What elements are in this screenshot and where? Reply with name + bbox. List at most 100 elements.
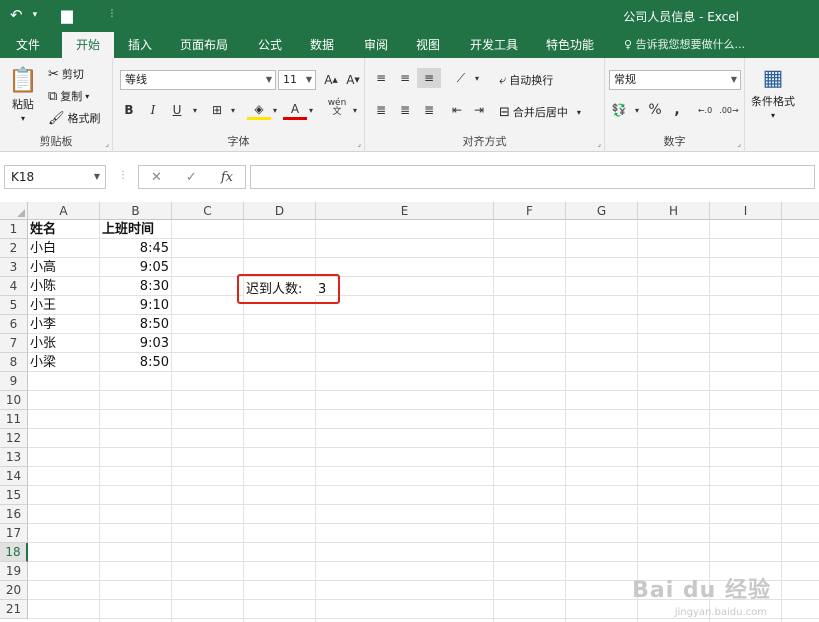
cell-a7[interactable]: 小张 bbox=[28, 334, 100, 353]
wrap-text-button[interactable]: ⤶ 自动换行 bbox=[499, 72, 553, 88]
row-header-1[interactable]: 1 bbox=[0, 220, 28, 239]
font-name-combo[interactable]: 等线 ▼ bbox=[120, 70, 276, 90]
increase-indent-icon[interactable]: ⇥ bbox=[467, 100, 491, 120]
select-all-corner[interactable] bbox=[0, 202, 28, 220]
save-icon[interactable]: ▆ bbox=[61, 5, 73, 25]
row-header-11[interactable]: 11 bbox=[0, 410, 28, 429]
dialog-launcher-icon[interactable]: ⌟ bbox=[357, 139, 361, 148]
chevron-down-icon[interactable]: ▾ bbox=[183, 100, 207, 120]
column-header-e[interactable]: E bbox=[316, 202, 494, 220]
cell-b3[interactable]: 9:05 bbox=[100, 258, 172, 277]
row-header-9[interactable]: 9 bbox=[0, 372, 28, 391]
align-middle-icon[interactable]: ≡ bbox=[393, 68, 417, 88]
cell-a8[interactable]: 小梁 bbox=[28, 353, 100, 372]
decrease-font-icon[interactable]: A ▼ bbox=[341, 70, 365, 90]
column-header-d[interactable]: D bbox=[244, 202, 316, 220]
dialog-launcher-icon[interactable]: ⌟ bbox=[105, 139, 109, 148]
row-header-20[interactable]: 20 bbox=[0, 581, 28, 600]
tab-review[interactable]: 审阅 bbox=[356, 32, 396, 58]
comma-button[interactable]: , bbox=[665, 100, 689, 120]
tab-formulas[interactable]: 公式 bbox=[250, 32, 290, 58]
name-box[interactable]: K18 ▼ bbox=[4, 165, 106, 189]
increase-decimal-icon[interactable]: ←.0 bbox=[693, 100, 717, 120]
customize-qat-icon[interactable]: ⫶ bbox=[111, 5, 114, 25]
undo-icon[interactable]: ↶ bbox=[10, 5, 23, 25]
cell-a1[interactable]: 姓名 bbox=[28, 220, 100, 239]
align-left-icon[interactable]: ≣ bbox=[369, 100, 393, 120]
increase-font-icon[interactable]: A ▲ bbox=[319, 70, 343, 90]
column-header-f[interactable]: F bbox=[494, 202, 566, 220]
percent-button[interactable]: % bbox=[643, 100, 667, 120]
row-header-14[interactable]: 14 bbox=[0, 467, 28, 486]
align-bottom-icon[interactable]: ≡ bbox=[417, 68, 441, 88]
cell-a3[interactable]: 小高 bbox=[28, 258, 100, 277]
cell-a4[interactable]: 小陈 bbox=[28, 277, 100, 296]
cut-button[interactable]: ✂ 剪切 bbox=[48, 66, 84, 82]
italic-button[interactable]: I bbox=[141, 100, 165, 120]
row-header-2[interactable]: 2 bbox=[0, 239, 28, 258]
chevron-down-icon[interactable]: ▾ bbox=[221, 100, 245, 120]
column-header-b[interactable]: B bbox=[100, 202, 172, 220]
row-header-4[interactable]: 4 bbox=[0, 277, 28, 296]
bold-button[interactable]: B bbox=[117, 100, 141, 120]
row-header-5[interactable]: 5 bbox=[0, 296, 28, 315]
cell-a6[interactable]: 小李 bbox=[28, 315, 100, 334]
align-top-icon[interactable]: ≡ bbox=[369, 68, 393, 88]
dialog-launcher-icon[interactable]: ⌟ bbox=[737, 139, 741, 148]
merge-center-button[interactable]: ⊟ 合并后居中 ▾ bbox=[499, 104, 581, 120]
cell-b1[interactable]: 上班时间 bbox=[100, 220, 172, 239]
row-header-6[interactable]: 6 bbox=[0, 315, 28, 334]
decrease-decimal-icon[interactable]: .00→ bbox=[717, 100, 741, 120]
chevron-down-icon[interactable]: ▾ bbox=[343, 100, 367, 120]
copy-button[interactable]: ⧉ 复制 ▾ bbox=[48, 88, 89, 104]
row-header-3[interactable]: 3 bbox=[0, 258, 28, 277]
tab-view[interactable]: 视图 bbox=[408, 32, 448, 58]
cell-b5[interactable]: 9:10 bbox=[100, 296, 172, 315]
column-header-i[interactable]: I bbox=[710, 202, 782, 220]
align-right-icon[interactable]: ≣ bbox=[417, 100, 441, 120]
dialog-launcher-icon[interactable]: ⌟ bbox=[597, 139, 601, 148]
conditional-formatting-button[interactable]: ▦ 条件格式 ▾ bbox=[751, 66, 795, 120]
row-header-13[interactable]: 13 bbox=[0, 448, 28, 467]
cell-b8[interactable]: 8:50 bbox=[100, 353, 172, 372]
tab-data[interactable]: 数据 bbox=[302, 32, 342, 58]
row-header-21[interactable]: 21 bbox=[0, 600, 28, 619]
row-header-16[interactable]: 16 bbox=[0, 505, 28, 524]
formula-input[interactable] bbox=[250, 165, 815, 189]
chevron-down-icon[interactable]: ▾ bbox=[299, 100, 323, 120]
row-header-10[interactable]: 10 bbox=[0, 391, 28, 410]
cell-a5[interactable]: 小王 bbox=[28, 296, 100, 315]
row-header-18[interactable]: 18 bbox=[0, 543, 28, 562]
tab-file[interactable]: 文件 bbox=[8, 32, 48, 58]
insert-function-icon[interactable]: fx bbox=[221, 170, 233, 185]
enter-icon[interactable]: ✓ bbox=[186, 170, 197, 185]
column-header-g[interactable]: G bbox=[566, 202, 638, 220]
tell-me-box[interactable]: ♀ 告诉我您想要做什么... bbox=[624, 32, 745, 58]
cell-a2[interactable]: 小白 bbox=[28, 239, 100, 258]
column-header-c[interactable]: C bbox=[172, 202, 244, 220]
tab-developer[interactable]: 开发工具 bbox=[462, 32, 526, 58]
row-header-7[interactable]: 7 bbox=[0, 334, 28, 353]
row-header-17[interactable]: 17 bbox=[0, 524, 28, 543]
decrease-indent-icon[interactable]: ⇤ bbox=[445, 100, 469, 120]
cell-b7[interactable]: 9:03 bbox=[100, 334, 172, 353]
font-size-combo[interactable]: 11 ▼ bbox=[278, 70, 316, 90]
cancel-icon[interactable]: ✕ bbox=[151, 170, 162, 185]
row-header-8[interactable]: 8 bbox=[0, 353, 28, 372]
row-header-19[interactable]: 19 bbox=[0, 562, 28, 581]
row-header-15[interactable]: 15 bbox=[0, 486, 28, 505]
tab-page-layout[interactable]: 页面布局 bbox=[172, 32, 236, 58]
row-header-12[interactable]: 12 bbox=[0, 429, 28, 448]
paste-button[interactable]: 📋 粘贴 ▾ bbox=[8, 66, 38, 123]
cell-b2[interactable]: 8:45 bbox=[100, 239, 172, 258]
tab-home[interactable]: 开始 bbox=[62, 32, 114, 58]
column-header-h[interactable]: H bbox=[638, 202, 710, 220]
column-header-a[interactable]: A bbox=[28, 202, 100, 220]
column-header-j[interactable] bbox=[782, 202, 819, 220]
align-center-icon[interactable]: ≣ bbox=[393, 100, 417, 120]
number-format-combo[interactable]: 常规 ▼ bbox=[609, 70, 741, 90]
undo-dropdown-icon[interactable]: ▾ bbox=[33, 5, 38, 25]
tab-insert[interactable]: 插入 bbox=[120, 32, 160, 58]
format-painter-button[interactable]: 🖌 格式刷 bbox=[48, 110, 101, 126]
cell-b6[interactable]: 8:50 bbox=[100, 315, 172, 334]
